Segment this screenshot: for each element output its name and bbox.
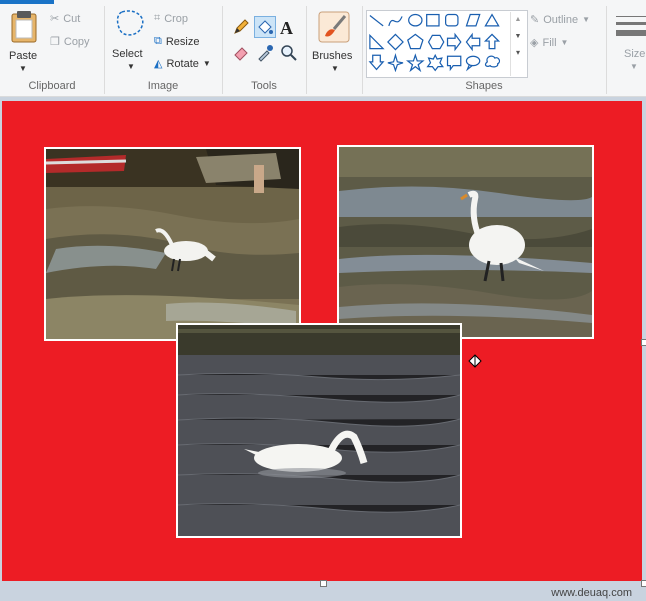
clipboard-group-label: Clipboard <box>28 80 76 92</box>
pencil-icon <box>234 19 249 34</box>
resize-icon: ⧉ <box>154 35 162 47</box>
paste-label: Paste <box>9 50 38 62</box>
image-group: Select ▼ ⌗ Crop ⧉ Resize ◭ Rotate ▼ Imag… <box>104 6 223 94</box>
line-size-icon <box>616 16 646 36</box>
swan-photo-top-right <box>337 145 594 339</box>
pencil-tool[interactable] <box>232 18 252 38</box>
watermark: www.deuaq.com <box>551 587 632 599</box>
paste-button[interactable]: Paste ▼ <box>6 10 42 74</box>
text-tool[interactable]: A <box>280 18 293 39</box>
tools-group-label: Tools <box>251 80 277 92</box>
chevron-down-icon: ▼ <box>630 62 638 71</box>
swan-photo-image <box>178 325 460 536</box>
cut-label: Cut <box>63 12 81 25</box>
drawing-canvas[interactable] <box>2 101 642 581</box>
copy-icon: ❐ <box>50 36 60 48</box>
canvas-resize-handle-right[interactable] <box>641 339 646 346</box>
swan-photo-bottom <box>176 323 462 538</box>
crop-icon: ⌗ <box>154 12 161 24</box>
shapes-icon-grid[interactable] <box>368 12 510 72</box>
outline-label: Outline <box>543 13 579 26</box>
tools-group: A Tools <box>222 6 307 94</box>
rotate-icon: ◭ <box>154 58 163 70</box>
chevron-down-icon: ▼ <box>127 62 135 71</box>
clipboard-icon <box>11 11 37 43</box>
canvas-resize-handle-corner[interactable] <box>641 580 646 587</box>
color-picker-tool[interactable] <box>256 44 276 64</box>
chevron-down-icon: ▼ <box>202 59 211 68</box>
chevron-down-icon: ▼ <box>560 38 569 47</box>
image-group-label: Image <box>147 80 179 92</box>
cut-button[interactable]: ✂ Cut <box>50 12 81 26</box>
fill-cursor-icon <box>467 353 483 369</box>
resize-button[interactable]: ⧉ Resize <box>154 35 199 48</box>
chevron-down-icon: ▼ <box>582 15 590 24</box>
crop-label: Crop <box>164 12 189 25</box>
paint-bucket-icon <box>258 20 273 34</box>
fill-button[interactable]: ◈ Fill ▼ <box>530 36 569 50</box>
select-icon <box>116 10 144 36</box>
rotate-label: Rotate <box>166 57 199 70</box>
file-tab-strip[interactable] <box>0 0 54 4</box>
text-icon: A <box>280 18 293 38</box>
rotate-button[interactable]: ◭ Rotate ▼ <box>154 57 211 71</box>
copy-button[interactable]: ❐ Copy <box>50 35 90 49</box>
fill-icon: ◈ <box>530 37 539 49</box>
copy-label: Copy <box>63 35 90 48</box>
canvas-resize-handle-bottom[interactable] <box>320 580 327 587</box>
brushes-button[interactable]: Brushes ▼ <box>310 10 358 76</box>
swan-photo-image <box>46 149 299 339</box>
crop-button[interactable]: ⌗ Crop <box>154 12 188 25</box>
shapes-scroll[interactable]: ▲ ▼ ▾ <box>510 12 525 76</box>
canvas-area: www.deuaq.com <box>0 97 646 601</box>
more-icon: ▾ <box>515 48 520 57</box>
chevron-down-icon: ▼ <box>514 33 522 40</box>
eraser-tool[interactable] <box>232 44 252 64</box>
clipboard-group: Paste ▼ ✂ Cut ❐ Copy Clipboard <box>0 6 105 94</box>
swan-photo-top-left <box>44 147 301 341</box>
eyedropper-icon <box>258 45 273 62</box>
brushes-group: Brushes ▼ <box>306 6 363 94</box>
shapes-group-label: Shapes <box>465 80 503 92</box>
shapes-group: ▲ ▼ ▾ ✎ Outline ▼ ◈ Fill ▼ Shapes <box>362 6 607 94</box>
chevron-down-icon: ▼ <box>19 64 27 73</box>
eraser-icon <box>234 47 248 61</box>
fill-label: Fill <box>542 36 557 49</box>
magnifier-tool[interactable] <box>280 44 300 64</box>
outline-button[interactable]: ✎ Outline ▼ <box>530 13 590 27</box>
resize-label: Resize <box>165 35 200 48</box>
chevron-down-icon: ▼ <box>331 64 339 73</box>
swan-photo-image <box>339 147 592 337</box>
select-label: Select <box>112 48 143 60</box>
brush-icon <box>318 11 350 43</box>
brushes-label: Brushes <box>312 50 353 62</box>
select-button[interactable]: Select ▼ <box>110 8 152 74</box>
outline-icon: ✎ <box>530 14 540 26</box>
scissors-icon: ✂ <box>50 13 60 25</box>
fill-tool[interactable] <box>254 16 276 38</box>
magnifier-icon <box>281 45 297 61</box>
size-label: Size <box>624 48 646 60</box>
ribbon: Paste ▼ ✂ Cut ❐ Copy Clipboard Select ▼ … <box>0 0 646 97</box>
size-button[interactable]: Size ▼ <box>608 6 646 94</box>
chevron-up-icon: ▲ <box>514 16 522 23</box>
